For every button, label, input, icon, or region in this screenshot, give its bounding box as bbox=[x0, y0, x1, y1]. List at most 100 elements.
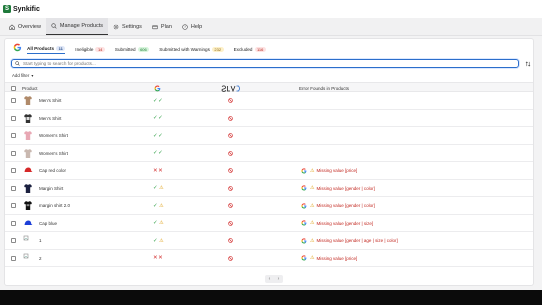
product-name[interactable]: Cap red color bbox=[39, 162, 66, 179]
error-text: Missing value [price] bbox=[316, 255, 358, 261]
table-row[interactable]: Cap blue ✓ ⚠ ⚠ Missing value [gender | size] bbox=[5, 215, 533, 232]
row-checkbox[interactable] bbox=[11, 162, 16, 179]
product-name[interactable]: 1 bbox=[39, 232, 42, 249]
product-thumbnail bbox=[23, 232, 33, 249]
table-row[interactable]: margin shirt 2.0 ✓ ⚠ ⚠ Missing value [gender… bbox=[5, 197, 533, 215]
warning-icon: ⚠ bbox=[159, 202, 164, 209]
check-icon: ✓✓ bbox=[153, 115, 164, 121]
product-name[interactable]: 2 bbox=[39, 250, 42, 267]
table-row[interactable]: Women's Shirt ✓✓ bbox=[5, 145, 533, 162]
google-icon bbox=[301, 237, 307, 244]
error-text: Missing value [gender | age | size | col… bbox=[316, 238, 398, 243]
error-cell: ⚠ Missing value [gender | color] bbox=[301, 197, 375, 214]
tab-submitted-with-warnings[interactable]: Submitted with Warnings 232 bbox=[159, 44, 224, 54]
prev-page-button[interactable]: ‹ bbox=[269, 276, 271, 282]
table-row[interactable]: Women's Shirt ✓✓ bbox=[5, 127, 533, 145]
error-text: Missing value [gender | color] bbox=[316, 185, 375, 191]
row-checkbox[interactable] bbox=[11, 250, 16, 267]
warning-icon: ⚠ bbox=[159, 220, 164, 226]
home-icon bbox=[9, 24, 15, 30]
google-status: ✓ ⚠ bbox=[153, 215, 164, 232]
product-name[interactable]: Margin Shirt bbox=[39, 180, 63, 197]
row-checkbox[interactable] bbox=[11, 180, 16, 197]
sort-button[interactable] bbox=[523, 59, 532, 68]
tab-label: All Products bbox=[27, 46, 55, 51]
table-row[interactable]: Men's Shirt ✓✓ bbox=[5, 92, 533, 110]
product-name[interactable]: Cap blue bbox=[39, 215, 57, 232]
table-row[interactable]: Cap red color ✕✕ ⚠ Missing value [price] bbox=[5, 162, 533, 180]
search-icon bbox=[51, 23, 57, 29]
ban-icon bbox=[228, 197, 233, 214]
google-status: ✓✓ bbox=[153, 127, 163, 144]
table-row[interactable]: 1 ✓ ⚠ ⚠ Missing value [gender | age | size |… bbox=[5, 232, 533, 250]
row-checkbox[interactable] bbox=[11, 232, 16, 249]
product-table: Men's Shirt ✓✓ Men's Shirt ✓✓ Women's Shirt ✓… bbox=[5, 92, 533, 267]
error-text: Missing value [gender | color] bbox=[316, 203, 375, 208]
search-bar bbox=[11, 59, 519, 68]
google-status: ✓✓ bbox=[153, 145, 163, 162]
add-filter-button[interactable]: Add filter ▾ bbox=[12, 73, 33, 78]
tab-excluded[interactable]: Excluded 116 bbox=[234, 44, 266, 54]
product-thumbnail bbox=[23, 250, 33, 267]
product-thumbnail bbox=[23, 215, 33, 232]
check-icon: ✓ bbox=[153, 202, 159, 209]
nav-manage-products[interactable]: Manage Products bbox=[45, 18, 109, 35]
product-name[interactable]: Men's Shirt bbox=[39, 110, 61, 127]
warning-icon: ⚠ bbox=[310, 202, 315, 209]
nav-label: Plan bbox=[160, 23, 172, 30]
product-name[interactable]: margin shirt 2.0 bbox=[39, 197, 70, 214]
svg-text:?: ? bbox=[184, 25, 186, 29]
nav-plan[interactable]: Plan bbox=[147, 18, 177, 35]
card-icon bbox=[152, 24, 158, 29]
warning-icon: ⚠ bbox=[310, 220, 315, 226]
product-thumbnail bbox=[23, 127, 33, 144]
row-checkbox[interactable] bbox=[11, 197, 16, 214]
nav-settings[interactable]: Settings bbox=[108, 18, 147, 35]
nav-help[interactable]: ? Help bbox=[177, 18, 207, 35]
table-row[interactable]: Margin Shirt ✓ ⚠ ⚠ Missing value [gender | c… bbox=[5, 180, 533, 197]
product-name[interactable]: Men's Shirt bbox=[39, 92, 61, 109]
error-cell: ⚠ Missing value [gender | size] bbox=[301, 215, 373, 232]
nav-label: Manage Products bbox=[59, 23, 104, 29]
table-row[interactable]: Men's Shirt ✓✓ bbox=[5, 110, 533, 127]
error-text: Missing value [price] bbox=[316, 168, 358, 173]
title-bar: S Synkific bbox=[0, 0, 542, 18]
cross-icon: ✕✕ bbox=[153, 167, 164, 174]
google-icon bbox=[301, 167, 307, 174]
google-status: ✓✓ bbox=[153, 92, 163, 109]
product-name[interactable]: Women's Shirt bbox=[39, 127, 68, 144]
tab-all-products[interactable]: All Products 11 bbox=[27, 44, 66, 54]
next-page-button[interactable]: › bbox=[278, 276, 280, 282]
nav-label: Help bbox=[190, 23, 203, 30]
search-input[interactable] bbox=[23, 61, 503, 66]
product-thumbnail bbox=[23, 180, 33, 197]
tab-label: Excluded bbox=[233, 46, 253, 52]
google-status: ✓ ⚠ bbox=[153, 180, 164, 197]
nav-overview[interactable]: Overview bbox=[4, 18, 46, 35]
table-row[interactable]: 2 ✕✕ ⚠ Missing value [price] bbox=[5, 250, 533, 267]
product-name[interactable]: Women's Shirt bbox=[39, 145, 68, 162]
row-checkbox[interactable] bbox=[11, 145, 16, 162]
product-thumbnail bbox=[23, 145, 33, 162]
top-nav: Overview Manage Products Settings Plan ?… bbox=[0, 18, 542, 36]
row-checkbox[interactable] bbox=[11, 110, 16, 127]
app-window: S Synkific Overview Manage Products Sett… bbox=[0, 0, 542, 290]
nav-label: Settings bbox=[122, 23, 142, 30]
taskbar bbox=[0, 290, 542, 305]
app-name: Synkific bbox=[13, 5, 40, 13]
warning-icon: ⚠ bbox=[310, 237, 315, 244]
search-icon bbox=[15, 61, 20, 66]
ban-icon bbox=[228, 92, 233, 109]
row-checkbox[interactable] bbox=[11, 127, 16, 144]
check-icon: ✓ bbox=[153, 220, 159, 226]
tab-label: Submitted with Warnings bbox=[159, 46, 210, 52]
google-status: ✓ ⚠ bbox=[153, 197, 164, 214]
product-thumbnail bbox=[23, 92, 33, 109]
cross-icon: ✕✕ bbox=[153, 255, 164, 261]
tab-ineligible[interactable]: Ineligible 14 bbox=[75, 44, 105, 54]
tab-submitted[interactable]: Submitted 606 bbox=[115, 44, 150, 54]
error-cell: ⚠ Missing value [gender | age | size | co… bbox=[301, 232, 398, 249]
row-checkbox[interactable] bbox=[11, 215, 16, 232]
google-icon bbox=[13, 43, 22, 52]
row-checkbox[interactable] bbox=[11, 92, 16, 109]
